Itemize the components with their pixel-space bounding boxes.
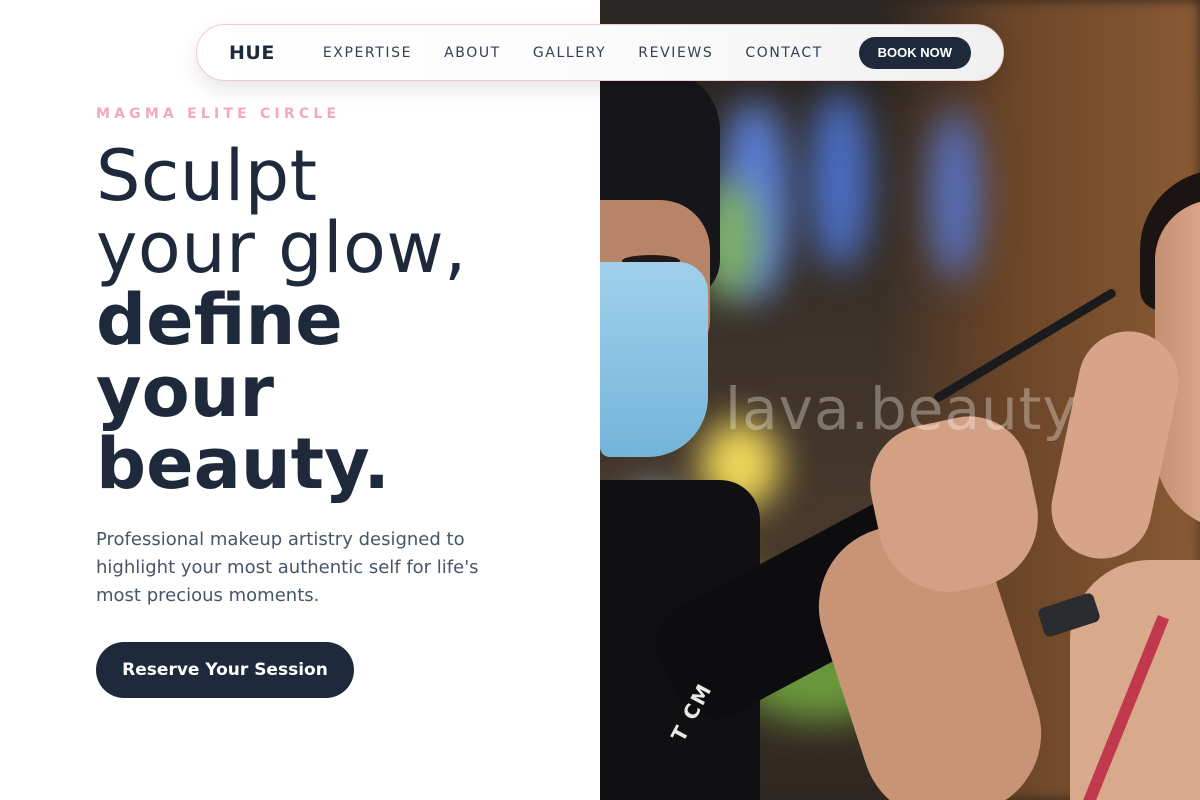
bokeh-light <box>810 90 870 270</box>
nav-link-expertise[interactable]: EXPERTISE <box>323 45 412 61</box>
headline-line-bold: beauty. <box>96 423 390 505</box>
watermark: lava.beauty <box>725 375 1078 443</box>
hero-eyebrow: MAGMA ELITE CIRCLE <box>96 106 341 122</box>
hero-photo: T CM lava.beauty <box>600 0 1200 800</box>
top-nav: HUE EXPERTISE ABOUT GALLERY REVIEWS CONT… <box>196 24 1004 81</box>
nav-link-reviews[interactable]: REVIEWS <box>638 45 713 61</box>
headline-line-bold: your <box>96 351 275 433</box>
nav-link-gallery[interactable]: GALLERY <box>533 45 606 61</box>
nav-link-about[interactable]: ABOUT <box>444 45 501 61</box>
bokeh-light <box>930 110 980 280</box>
face-mask <box>600 262 708 457</box>
brand-logo[interactable]: HUE <box>229 42 275 64</box>
hero-subtitle: Professional makeup artistry designed to… <box>96 529 479 606</box>
headline-line: Sculpt <box>96 135 318 217</box>
headline-line: your glow, <box>96 207 467 289</box>
nav-link-contact[interactable]: CONTACT <box>745 45 823 61</box>
hero-headline: Sculpt your glow, define your beauty. <box>96 140 576 500</box>
headline-line-bold: define <box>96 279 343 361</box>
book-now-button[interactable]: BOOK NOW <box>858 36 971 69</box>
reserve-session-button[interactable]: Reserve Your Session <box>96 642 354 698</box>
